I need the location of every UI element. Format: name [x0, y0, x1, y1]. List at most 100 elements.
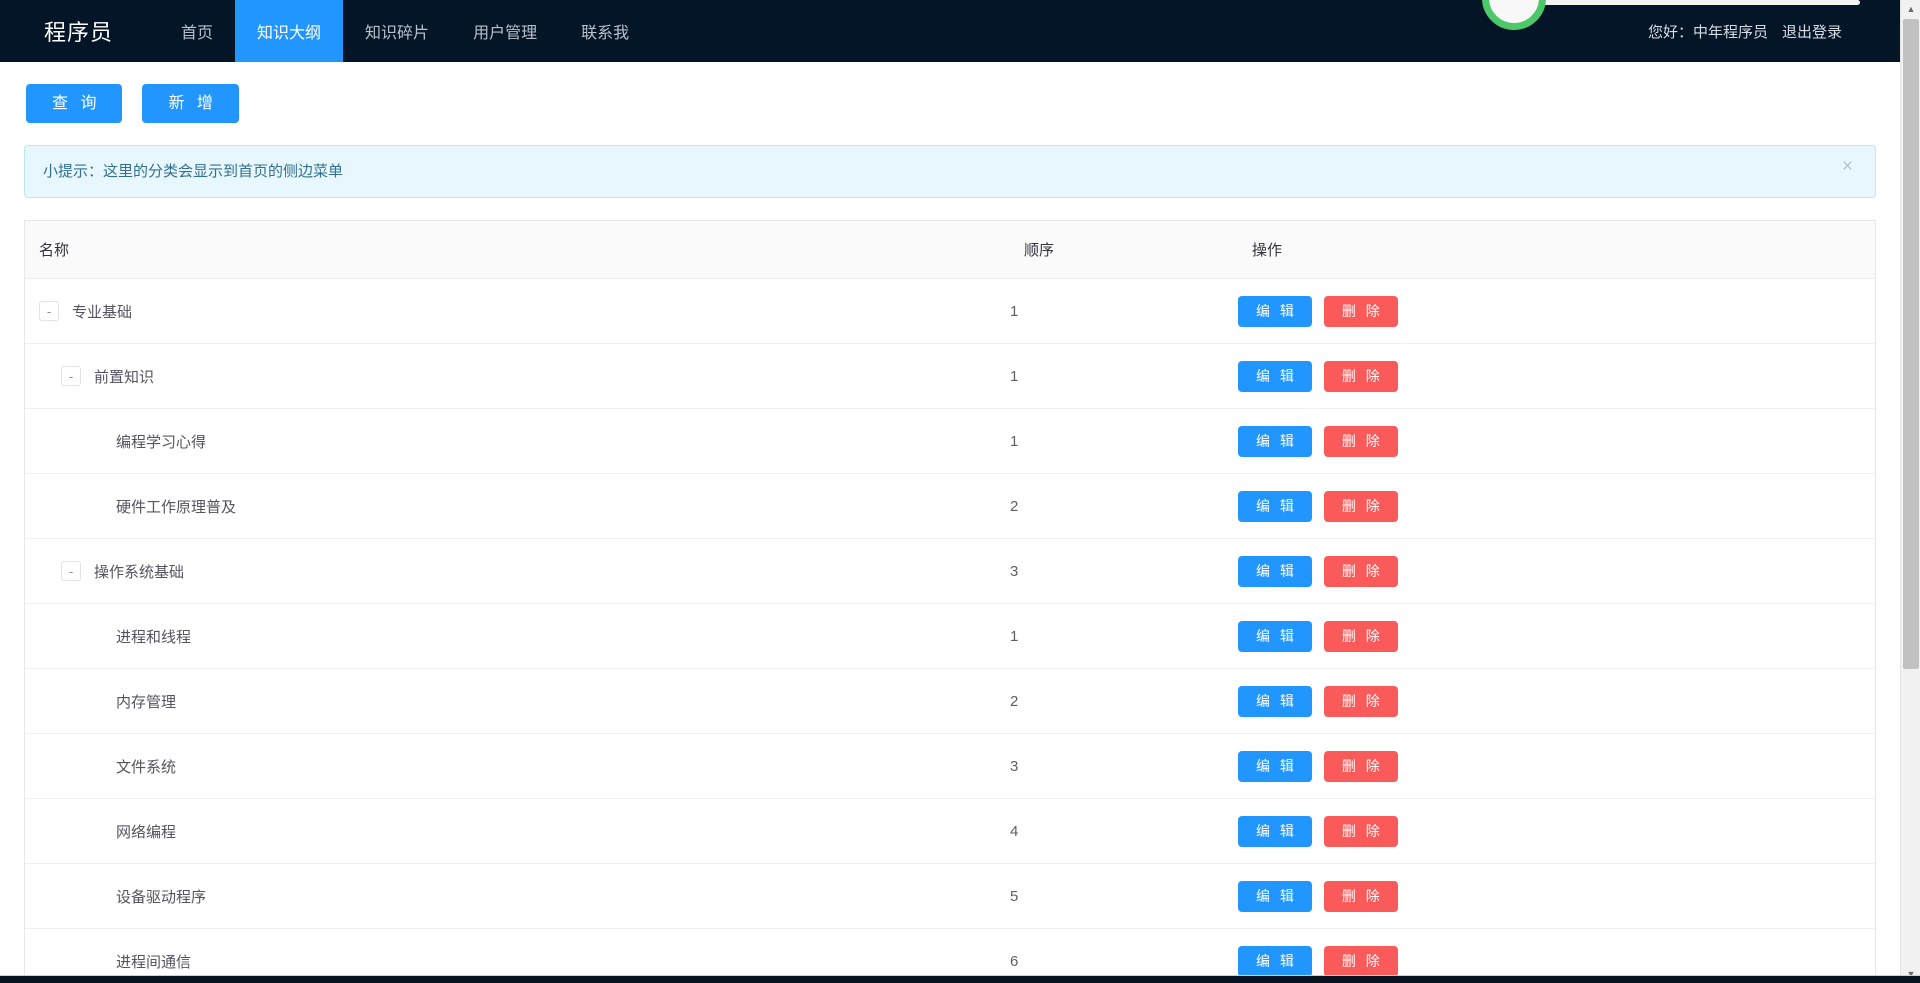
close-icon[interactable]: × — [1836, 156, 1859, 177]
table-head: 名称 顺序 操作 — [25, 221, 1875, 280]
row-action-group: 编 辑删 除 — [1238, 815, 1875, 847]
delete-button[interactable]: 删 除 — [1323, 555, 1398, 587]
cell-action: 编 辑删 除 — [1238, 863, 1875, 930]
tree-node: -进程和线程 — [25, 626, 1010, 647]
table-row: - 前置知识 1 编 辑删 除 — [25, 343, 1875, 410]
edit-button[interactable]: 编 辑 — [1238, 490, 1312, 522]
edit-button[interactable]: 编 辑 — [1238, 815, 1312, 847]
action-toolbar: 查 询 新 增 — [0, 62, 1900, 124]
scroll-up-arrow-icon[interactable]: ▲ — [1901, 0, 1920, 18]
cell-name: -硬件工作原理普及 — [25, 473, 1010, 540]
category-name: 硬件工作原理普及 — [116, 498, 237, 516]
nav-link-4[interactable]: 联系我 — [559, 0, 651, 62]
delete-button[interactable]: 删 除 — [1323, 425, 1398, 457]
vertical-scrollbar[interactable]: ▲ ▼ — [1900, 0, 1920, 983]
tree-collapse-toggle-icon[interactable]: - — [39, 301, 59, 322]
row-action-group: 编 辑删 除 — [1238, 880, 1875, 912]
tip-alert-text: 小提示：这里的分类会显示到首页的侧边菜单 — [43, 163, 344, 181]
nav-link-0[interactable]: 首页 — [159, 0, 235, 62]
category-name: 进程和线程 — [116, 628, 192, 646]
brand-logo[interactable]: 程序员 — [0, 0, 139, 62]
table-body: -专业基础1编 辑删 除-前置知识1编 辑删 除-编程学习心得1编 辑删 除-硬… — [25, 278, 1875, 983]
scrollbar-thumb[interactable] — [1903, 19, 1919, 669]
row-action-group: 编 辑删 除 — [1238, 685, 1875, 717]
cell-name: -内存管理 — [25, 668, 1010, 735]
row-action-group: 编 辑删 除 — [1238, 750, 1875, 782]
top-navbar: 程序员 首页 知识大纲 知识碎片 用户管理 联系我 您好：中年程序员 退出登录 — [0, 0, 1900, 62]
tree-collapse-toggle-icon[interactable]: - — [61, 561, 81, 582]
tree-node: -编程学习心得 — [25, 431, 1010, 452]
cell-action: 编 辑删 除 — [1238, 668, 1875, 735]
user-greeting: 您好：中年程序员 — [1647, 23, 1768, 41]
cell-name: - 前置知识 — [25, 343, 1010, 410]
delete-button[interactable]: 删 除 — [1323, 880, 1398, 912]
delete-button[interactable]: 删 除 — [1323, 360, 1398, 392]
cell-action: 编 辑删 除 — [1238, 278, 1875, 345]
nav-link-1[interactable]: 知识大纲 — [235, 0, 344, 62]
cell-order: 4 — [1010, 798, 1238, 865]
edit-button[interactable]: 编 辑 — [1238, 425, 1312, 457]
cell-order: 1 — [1010, 408, 1238, 475]
cell-name: -编程学习心得 — [25, 408, 1010, 475]
tip-alert: 小提示：这里的分类会显示到首页的侧边菜单 × — [24, 145, 1876, 199]
row-action-group: 编 辑删 除 — [1238, 490, 1875, 522]
edit-button[interactable]: 编 辑 — [1238, 620, 1312, 652]
row-action-group: 编 辑删 除 — [1238, 945, 1875, 977]
edit-button[interactable]: 编 辑 — [1238, 360, 1312, 392]
category-table-wrapper: 名称 顺序 操作 -专业基础1编 辑删 除-前置知识1编 辑删 除-编程学习心得… — [24, 220, 1876, 983]
nav-link-2[interactable]: 知识碎片 — [343, 0, 451, 62]
delete-button[interactable]: 删 除 — [1323, 815, 1398, 847]
table-row: - 专业基础 1 编 辑删 除 — [25, 278, 1875, 345]
cell-order: 3 — [1010, 733, 1238, 800]
delete-button[interactable]: 删 除 — [1323, 490, 1398, 522]
nav-link-3[interactable]: 用户管理 — [451, 0, 559, 62]
cell-name: -进程和线程 — [25, 603, 1010, 670]
edit-button[interactable]: 编 辑 — [1238, 295, 1312, 327]
os-taskbar — [0, 975, 1920, 983]
cell-action: 编 辑删 除 — [1238, 733, 1875, 800]
category-name: 专业基础 — [72, 303, 133, 321]
edit-button[interactable]: 编 辑 — [1238, 945, 1312, 977]
tree-node: - 操作系统基础 — [25, 561, 1010, 582]
table-row: -文件系统3编 辑删 除 — [25, 733, 1875, 800]
column-header-order: 顺序 — [1010, 221, 1238, 280]
cell-order: 1 — [1010, 343, 1238, 410]
cell-action: 编 辑删 除 — [1238, 538, 1875, 605]
edit-button[interactable]: 编 辑 — [1238, 750, 1312, 782]
category-name: 编程学习心得 — [116, 433, 207, 451]
edit-button[interactable]: 编 辑 — [1238, 685, 1312, 717]
cell-order: 3 — [1010, 538, 1238, 605]
row-action-group: 编 辑删 除 — [1238, 425, 1875, 457]
category-name: 前置知识 — [94, 368, 155, 386]
cell-name: -设备驱动程序 — [25, 863, 1010, 930]
category-name: 文件系统 — [116, 758, 177, 776]
edit-button[interactable]: 编 辑 — [1238, 880, 1312, 912]
tree-collapse-toggle-icon[interactable]: - — [61, 366, 81, 387]
logout-link[interactable]: 退出登录 — [1782, 21, 1842, 42]
delete-button[interactable]: 删 除 — [1323, 945, 1398, 977]
add-button[interactable]: 新 增 — [142, 84, 239, 124]
cell-action: 编 辑删 除 — [1238, 603, 1875, 670]
cell-order: 1 — [1010, 278, 1238, 345]
page-content: 程序员 首页 知识大纲 知识碎片 用户管理 联系我 您好：中年程序员 退出登录 查 询 … — [0, 0, 1900, 983]
category-table: 名称 顺序 操作 -专业基础1编 辑删 除-前置知识1编 辑删 除-编程学习心得… — [25, 221, 1875, 983]
tree-node: - 前置知识 — [25, 366, 1010, 387]
table-header-row: 名称 顺序 操作 — [25, 221, 1875, 280]
row-action-group: 编 辑删 除 — [1238, 360, 1875, 392]
query-button[interactable]: 查 询 — [26, 84, 123, 124]
tree-node: -设备驱动程序 — [25, 886, 1010, 907]
cell-order: 1 — [1010, 603, 1238, 670]
delete-button[interactable]: 删 除 — [1323, 295, 1398, 327]
cell-name: -网络编程 — [25, 798, 1010, 865]
table-row: -设备驱动程序5编 辑删 除 — [25, 863, 1875, 930]
cell-name: - 专业基础 — [25, 278, 1010, 345]
table-row: -编程学习心得1编 辑删 除 — [25, 408, 1875, 475]
category-name: 操作系统基础 — [94, 563, 185, 581]
browser-viewport: 程序员 首页 知识大纲 知识碎片 用户管理 联系我 您好：中年程序员 退出登录 查 询 … — [0, 0, 1920, 983]
delete-button[interactable]: 删 除 — [1323, 685, 1398, 717]
delete-button[interactable]: 删 除 — [1323, 620, 1398, 652]
delete-button[interactable]: 删 除 — [1323, 750, 1398, 782]
table-row: -硬件工作原理普及2编 辑删 除 — [25, 473, 1875, 540]
edit-button[interactable]: 编 辑 — [1238, 555, 1312, 587]
row-action-group: 编 辑删 除 — [1238, 620, 1875, 652]
